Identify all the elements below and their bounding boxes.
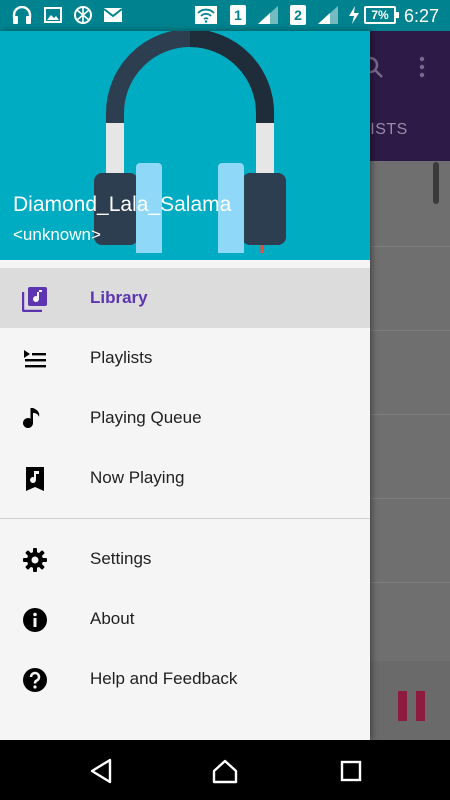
gallery-icon — [44, 6, 62, 24]
menu-item-help-feedback[interactable]: Help and Feedback — [0, 649, 370, 709]
navigation-drawer: Diamond_Lala_Salama <unknown> Library Pl… — [0, 31, 370, 740]
drawer-menu: Library Playlists Playing Queue Now Play… — [0, 268, 370, 709]
list-divider — [370, 582, 450, 583]
scrollbar[interactable] — [433, 162, 439, 204]
wifi-icon — [195, 6, 217, 24]
menu-item-label: Now Playing — [90, 468, 185, 487]
vpn-icon — [73, 6, 93, 24]
back-icon[interactable] — [88, 758, 114, 784]
menu-item-label: Help and Feedback — [90, 669, 238, 688]
list-divider — [370, 246, 450, 247]
recents-icon[interactable] — [338, 758, 364, 784]
list-divider — [370, 414, 450, 415]
signal-icon-2 — [318, 6, 338, 24]
list-divider — [370, 498, 450, 499]
menu-item-settings[interactable]: Settings — [0, 529, 370, 589]
menu-item-playlists[interactable]: Playlists — [0, 328, 370, 388]
menu-item-label: Playlists — [90, 348, 153, 367]
music-note-icon — [22, 406, 48, 432]
mail-icon — [103, 6, 123, 24]
now-playing-icon — [22, 466, 48, 492]
track-title: Diamond_Lala_Salama — [13, 193, 232, 216]
help-icon — [22, 667, 48, 693]
sim2-indicator: 2 — [290, 5, 306, 25]
pause-icon[interactable] — [398, 691, 426, 721]
status-bar: 1 2 7% 6:27 — [0, 0, 450, 31]
headphones-art — [94, 31, 286, 253]
playlist-icon — [22, 346, 48, 372]
signal-icon — [258, 6, 278, 24]
menu-divider — [0, 518, 370, 519]
charging-icon — [348, 6, 360, 24]
menu-item-label: Settings — [90, 549, 152, 568]
menu-item-label: About — [90, 609, 135, 628]
sim1-indicator: 1 — [230, 5, 246, 25]
battery-indicator: 7% — [364, 6, 399, 24]
info-icon — [22, 607, 48, 633]
list-divider — [370, 330, 450, 331]
menu-item-library[interactable]: Library — [0, 268, 370, 328]
track-artist: <unknown> — [13, 225, 101, 244]
menu-item-now-playing[interactable]: Now Playing — [0, 448, 370, 508]
gear-icon — [22, 547, 48, 573]
menu-item-playing-queue[interactable]: Playing Queue — [0, 388, 370, 448]
system-nav-bar — [0, 740, 450, 800]
menu-item-label: Library — [90, 288, 148, 307]
menu-item-about[interactable]: About — [0, 589, 370, 649]
library-music-icon — [22, 286, 48, 312]
more-options-icon[interactable] — [418, 55, 426, 84]
drawer-header[interactable]: Diamond_Lala_Salama <unknown> — [0, 31, 370, 260]
headset-icon — [12, 6, 32, 24]
menu-item-label: Playing Queue — [90, 408, 202, 427]
clock: 6:27 — [404, 6, 440, 26]
home-icon[interactable] — [212, 758, 238, 784]
